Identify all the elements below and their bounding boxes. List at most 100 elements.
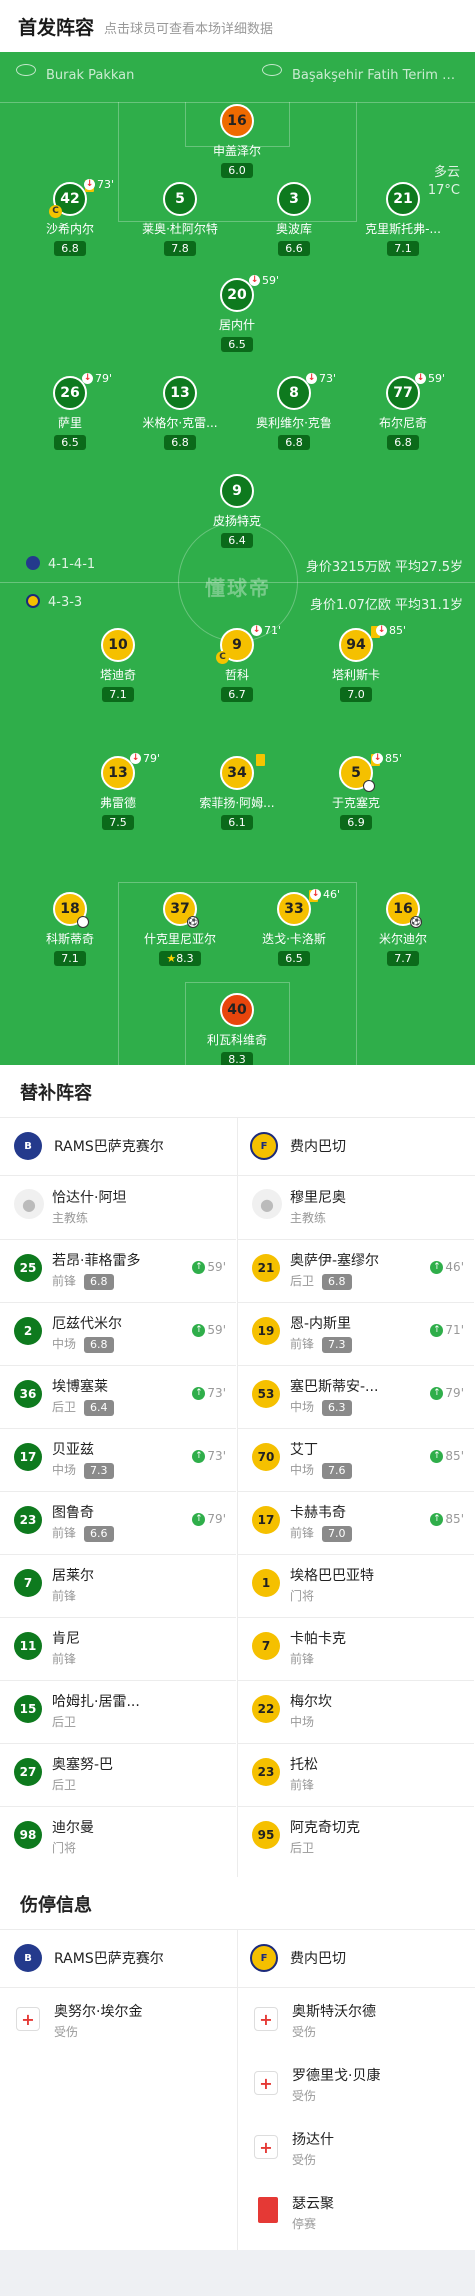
jersey-number: 7 [14,1569,42,1597]
home-player-42[interactable]: 42 C ↓ 73' 沙希内尔 6.8 [22,178,118,256]
sub-in-time: ↑ 71' [430,1323,464,1337]
sub-in-time: ↑ 59' [192,1323,226,1337]
substitute-row[interactable]: 15 哈姆扎·居雷... 后卫 [0,1681,236,1741]
injury-row[interactable]: + 奥斯特沃尔德 受伤 [238,1989,474,2051]
sub-in-time: ↑ 79' [192,1512,226,1526]
substitute-row[interactable]: 23 托松 前锋 [238,1744,474,1804]
jersey-number: 1 [252,1569,280,1597]
player-position: 前锋 7.3 [290,1335,352,1353]
substitute-row[interactable]: 17 卡赫韦奇 前锋 7.0 ↑ 85' [238,1492,474,1552]
away-player-94[interactable]: 94 ↓ 85' 塔利斯卡 7.0 [308,624,406,702]
player-name: 塞巴斯蒂安-... [290,1379,379,1395]
player-position: 中场 6.3 [290,1398,352,1416]
home-player-20[interactable]: 20 ↓ 59' 居内什 6.5 [189,274,285,352]
home-player-13[interactable]: 13 米格尔·克雷... 6.8 [132,376,228,450]
away-player-5[interactable]: 5 ↓ 85' 于克塞克 6.9 [308,752,404,830]
player-rating: 7.3 [84,1463,114,1479]
substitute-row[interactable]: 7 居莱尔 前锋 [0,1555,236,1615]
page-title: 首发阵容 [18,17,95,39]
coach-avatar-icon: ● [252,1189,282,1219]
home-player-26[interactable]: 26 ↓ 79' 萨里 6.5 [22,372,118,450]
jersey-number: 70 [252,1443,280,1471]
home-player-5[interactable]: 5 莱奥·杜阿尔特 7.8 [132,182,228,256]
player-name: 梅尔坎 [290,1694,332,1710]
home-team-icon [26,556,40,570]
substitute-row[interactable]: 22 梅尔坎 中场 [238,1681,474,1741]
away-player-33[interactable]: 33 ↓ 46' 迭戈·卡洛斯 6.5 [246,888,342,966]
home-player-21[interactable]: 21 克里斯托弗-... 7.1 [355,182,451,256]
medical-kit-icon: + [16,2007,40,2031]
jersey-number: 23 [252,1758,280,1786]
player-name: 卡赫韦奇 [290,1505,346,1521]
player-position: 后卫 6.8 [290,1272,352,1290]
jersey-number: 22 [252,1695,280,1723]
substitute-row[interactable]: 36 埃博塞莱 后卫 6.4 ↑ 73' [0,1366,236,1426]
jersey-number: 53 [252,1380,280,1408]
star-icon: ★ [166,952,177,965]
away-player-13[interactable]: 13 ↓ 79' 弗雷德 7.5 [70,752,166,830]
sub-in-time: ↑ 73' [192,1386,226,1400]
substitute-row[interactable]: 11 肯尼 前锋 [0,1618,236,1678]
home-player-9[interactable]: 9 皮扬特克 6.4 [189,474,285,548]
substitute-row[interactable]: 95 阿克奇切克 后卫 [238,1807,474,1867]
home-player-16[interactable]: 16 申盖泽尔 6.0 [189,104,285,178]
away-player-9[interactable]: 9 C ↓ 71' 哲科 6.7 [189,624,285,702]
injury-row[interactable]: + 罗德里戈·贝康 受伤 [238,2053,474,2115]
player-position: 中场 7.3 [52,1461,114,1479]
player-rating: 6.3 [322,1400,352,1416]
substitute-row[interactable]: 7 卡帕卡克 前锋 [238,1618,474,1678]
away-player-10[interactable]: 10 塔迪奇 7.1 [70,628,166,702]
player-position: 后卫 [52,1715,77,1729]
away-player-18[interactable]: 18 科斯蒂奇 7.1 [22,892,118,966]
jersey-number: 36 [14,1380,42,1408]
substitute-row[interactable]: 19 恩-内斯里 前锋 7.3 ↑ 71' [238,1303,474,1363]
player-position: 前锋 [52,1589,77,1603]
jersey-number: 27 [14,1758,42,1786]
jersey-number: 7 [252,1632,280,1660]
injury-row[interactable]: + 扬达什 受伤 [238,2117,474,2179]
substitute-row[interactable]: 1 埃格巴巴亚特 门将 [238,1555,474,1615]
away-player-34[interactable]: 34 索菲扬·阿姆... 6.1 [189,754,285,830]
substitute-row[interactable]: 98 迪尔曼 门将 [0,1807,236,1867]
sub-in-time: ↑ 85' [430,1449,464,1463]
coach-row[interactable]: ● 恰达什·阿坦 主教练 [0,1177,236,1237]
substitute-row[interactable]: 27 奥塞努-巴 后卫 [0,1744,236,1804]
home-player-3[interactable]: 3 奥波库 6.6 [246,182,342,256]
sub-in-time: ↑ 46' [430,1260,464,1274]
lineup-header: 首发阵容 点击球员可查看本场详细数据 [0,0,475,52]
substitute-row[interactable]: 21 奥萨伊-塞缪尔 后卫 6.8 ↑ 46' [238,1240,474,1300]
substitute-row[interactable]: 23 图鲁奇 前锋 6.6 ↑ 79' [0,1492,236,1552]
player-position: 前锋 7.0 [290,1524,352,1542]
sub-in-time: ↑ 79' [430,1386,464,1400]
home-player-8[interactable]: 8 ↓ 73' 奥利维尔·克鲁 6.8 [246,372,342,450]
home-player-77[interactable]: 77 ↓ 59' 布尔尼奇 6.8 [355,372,451,450]
coach-row[interactable]: ● 穆里尼奥 主教练 [238,1177,474,1237]
jersey-number: 15 [14,1695,42,1723]
player-position: 前锋 6.8 [52,1272,114,1290]
player-rating: 6.8 [84,1274,114,1290]
injury-status: 受伤 [292,2153,317,2167]
stadium-name: Başakşehir Fatih Terim St... [292,68,462,83]
injury-row[interactable]: 瑟云聚 停赛 [238,2181,474,2243]
away-player-40[interactable]: 40 利瓦科维奇 8.3 [189,993,285,1065]
substitute-row[interactable]: 25 若昂·菲格雷多 前锋 6.8 ↑ 59' [0,1240,236,1300]
jersey-number: 23 [14,1506,42,1534]
away-player-37[interactable]: 37 ⚽ 什克里尼亚尔 ★8.3 [132,892,228,966]
assist-icon [77,916,89,928]
substitute-row[interactable]: 70 艾丁 中场 7.6 ↑ 85' [238,1429,474,1489]
home-team-icon: B [14,1944,42,1972]
away-player-16[interactable]: 16 ⚽ 米尔迪尔 7.7 [355,892,451,966]
sub-in-icon: ↑ [192,1386,206,1400]
substitute-row[interactable]: 2 厄兹代米尔 中场 6.8 ↑ 59' [0,1303,236,1363]
player-position: 前锋 [290,1652,315,1666]
substitute-row[interactable]: 53 塞巴斯蒂安-... 中场 6.3 ↑ 79' [238,1366,474,1426]
player-name: 奥萨伊-塞缪尔 [290,1253,380,1269]
away-team-icon: F [250,1132,278,1160]
player-rating: 7.6 [322,1463,352,1479]
substitute-row[interactable]: 17 贝亚兹 中场 7.3 ↑ 73' [0,1429,236,1489]
sub-in-icon: ↑ [430,1449,444,1463]
injury-row[interactable]: + 奥努尔·埃尔金 受伤 [0,1989,236,2051]
home-formation: 4-1-4-1 [26,556,95,572]
page-subtitle: 点击球员可查看本场详细数据 [104,22,274,37]
sub-out-icon: ↓ [251,625,262,636]
